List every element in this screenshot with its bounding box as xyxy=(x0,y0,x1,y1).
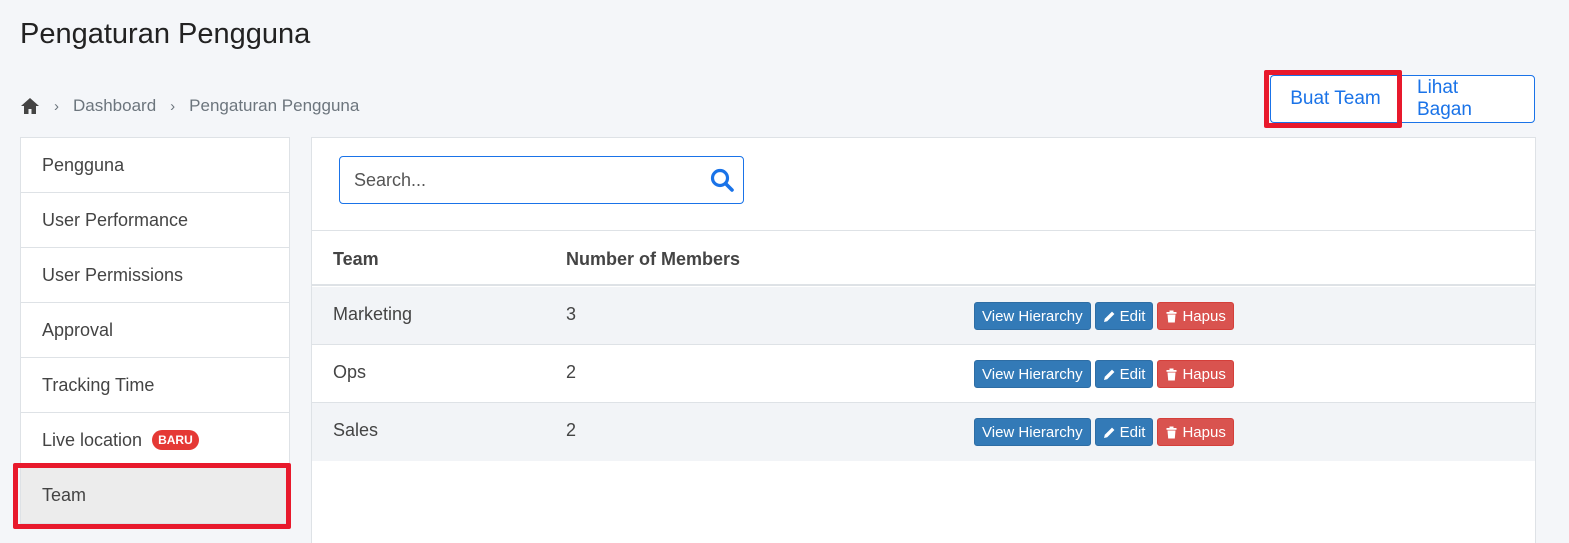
table-row: Marketing 3 View Hierarchy Edit Hapus xyxy=(312,287,1535,345)
table-header: Team Number of Members xyxy=(312,230,1535,286)
sidebar-item-label: Approval xyxy=(42,319,114,340)
delete-button[interactable]: Hapus xyxy=(1157,418,1234,446)
breadcrumb-dashboard[interactable]: Dashboard xyxy=(73,96,156,116)
edit-label: Edit xyxy=(1119,423,1146,441)
delete-button[interactable]: Hapus xyxy=(1157,302,1234,330)
view-hierarchy-button[interactable]: View Hierarchy xyxy=(974,302,1091,330)
sidebar-item-label: Team xyxy=(42,485,87,505)
team-name: Marketing xyxy=(333,304,413,324)
view-hierarchy-button[interactable]: View Hierarchy xyxy=(974,418,1091,446)
member-count: 2 xyxy=(566,362,577,382)
edit-button[interactable]: Edit xyxy=(1094,302,1154,330)
breadcrumb: › Dashboard › Pengaturan Pengguna xyxy=(20,96,359,116)
sidebar-item-tracking-time[interactable]: Tracking Time xyxy=(21,358,289,413)
pencil-icon xyxy=(1103,311,1114,322)
trash-icon xyxy=(1166,310,1177,322)
sidebar-item-approval[interactable]: Approval xyxy=(21,303,289,358)
sidebar-item-label: User Performance xyxy=(42,209,189,230)
view-hierarchy-label: View Hierarchy xyxy=(982,307,1083,325)
row-actions: View Hierarchy Edit Hapus xyxy=(974,360,1234,388)
sidebar-item-user-permissions[interactable]: User Permissions xyxy=(21,248,289,303)
edit-button[interactable]: Edit xyxy=(1094,360,1154,388)
view-hierarchy-label: View Hierarchy xyxy=(982,423,1083,441)
row-actions: View Hierarchy Edit Hapus xyxy=(974,302,1234,330)
view-hierarchy-label: View Hierarchy xyxy=(982,365,1083,383)
pencil-icon xyxy=(1103,369,1114,380)
sidebar-item-live-location[interactable]: Live location BARU xyxy=(21,413,289,468)
view-chart-button[interactable]: Lihat Bagan xyxy=(1400,75,1535,123)
team-name: Sales xyxy=(333,420,379,440)
create-team-button[interactable]: Buat Team xyxy=(1270,75,1400,123)
sidebar-item-label: Pengguna xyxy=(42,154,125,175)
delete-label: Hapus xyxy=(1182,307,1226,325)
table-row: Ops 2 View Hierarchy Edit Hapus xyxy=(312,345,1535,403)
sidebar: Pengguna User Performance User Permissio… xyxy=(20,137,290,524)
edit-label: Edit xyxy=(1119,307,1146,325)
sidebar-item-label: Tracking Time xyxy=(42,374,155,395)
home-icon[interactable] xyxy=(20,97,40,115)
trash-icon xyxy=(1166,426,1177,438)
page-title: Pengaturan Pengguna xyxy=(20,18,311,50)
new-badge: BARU xyxy=(152,430,199,450)
team-panel: Team Number of Members Marketing 3 View … xyxy=(311,137,1536,543)
edit-button[interactable]: Edit xyxy=(1094,418,1154,446)
search-input[interactable] xyxy=(340,169,709,191)
pencil-icon xyxy=(1103,427,1114,438)
sidebar-item-team[interactable]: Team xyxy=(21,468,289,523)
chevron-right-icon: › xyxy=(170,97,176,115)
view-hierarchy-button[interactable]: View Hierarchy xyxy=(974,360,1091,388)
header-actions: Buat Team Lihat Bagan xyxy=(1270,75,1535,123)
search-box xyxy=(339,156,744,204)
member-count: 3 xyxy=(566,304,577,324)
table-row: Sales 2 View Hierarchy Edit Hapus xyxy=(312,403,1535,461)
chevron-right-icon: › xyxy=(54,97,59,115)
sidebar-item-label: Live location xyxy=(42,429,143,450)
sidebar-item-label: User Permissions xyxy=(42,264,184,285)
search-icon[interactable] xyxy=(709,167,735,193)
column-header-team: Team xyxy=(333,249,379,269)
member-count: 2 xyxy=(566,420,577,440)
column-header-members: Number of Members xyxy=(566,249,741,269)
breadcrumb-current: Pengaturan Pengguna xyxy=(189,96,360,115)
delete-label: Hapus xyxy=(1182,365,1226,383)
delete-button[interactable]: Hapus xyxy=(1157,360,1234,388)
row-actions: View Hierarchy Edit Hapus xyxy=(974,418,1234,446)
trash-icon xyxy=(1166,368,1177,380)
team-name: Ops xyxy=(333,362,367,382)
sidebar-item-pengguna[interactable]: Pengguna xyxy=(21,138,289,193)
delete-label: Hapus xyxy=(1182,423,1226,441)
edit-label: Edit xyxy=(1119,365,1146,383)
sidebar-item-user-performance[interactable]: User Performance xyxy=(21,193,289,248)
